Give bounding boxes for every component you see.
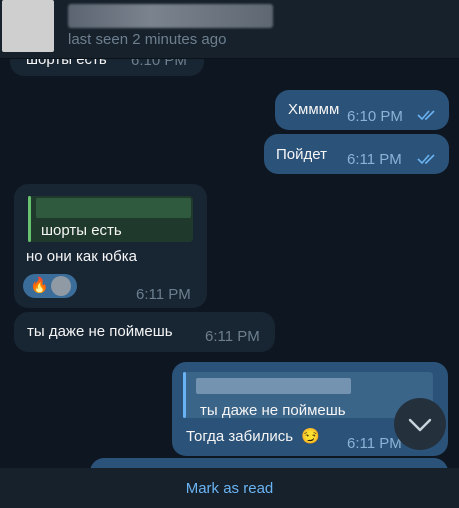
message-time: 6:11 PM (205, 328, 260, 345)
reply-author-redacted (36, 198, 191, 218)
message-incoming[interactable]: ты даже не поймешь 6:11 PM (14, 312, 275, 352)
reply-quote-text: ты даже не поймешь (200, 402, 346, 419)
mark-as-read-button[interactable]: Mark as read (0, 468, 459, 508)
message-incoming[interactable]: шорты есть но они как юбка 🔥 6:11 PM (14, 184, 207, 308)
bottom-bar: Mark as read (0, 468, 459, 508)
message-text-body: Тогда забились (186, 428, 294, 445)
double-check-icon (417, 110, 435, 121)
message-outgoing[interactable]: Пойдет 6:11 PM (264, 134, 449, 174)
fire-icon: 🔥 (30, 277, 49, 294)
message-time: 6:10 PM (347, 108, 403, 125)
message-text: но они как юбка (26, 248, 138, 265)
contact-name-redacted[interactable] (68, 4, 273, 28)
message-incoming[interactable]: шорты есть 6:10 PM (10, 58, 204, 76)
last-seen-status: last seen 2 minutes ago (68, 31, 227, 48)
reply-quote-bar (183, 372, 186, 418)
message-list[interactable]: шорты есть 6:10 PM Хмммм 6:10 PM Пойдет … (0, 58, 459, 468)
message-text: Тогда забились 😏 (186, 428, 320, 446)
reply-quote-bar (28, 196, 31, 242)
message-time: 6:11 PM (347, 151, 402, 168)
scroll-down-button[interactable] (394, 398, 446, 450)
double-check-icon (417, 154, 435, 165)
message-text: Хмммм (288, 101, 340, 118)
message-time: 6:10 PM (131, 58, 187, 69)
message-time: 6:11 PM (136, 286, 191, 303)
reply-author-redacted (196, 378, 351, 394)
chevron-down-icon (408, 418, 432, 432)
reply-quote-text: шорты есть (41, 222, 122, 239)
message-text: ты даже не поймешь (27, 323, 173, 340)
reaction-badge[interactable]: 🔥 (23, 274, 77, 298)
reactor-avatar (51, 276, 71, 296)
message-text: шорты есть (26, 58, 107, 68)
chat-header: last seen 2 minutes ago (0, 0, 459, 59)
smirk-emoji-icon: 😏 (301, 428, 320, 445)
message-outgoing[interactable]: Хмммм 6:10 PM (275, 90, 449, 130)
message-outgoing-partial[interactable] (90, 458, 448, 468)
avatar[interactable] (2, 0, 54, 52)
message-text: Пойдет (276, 146, 327, 163)
